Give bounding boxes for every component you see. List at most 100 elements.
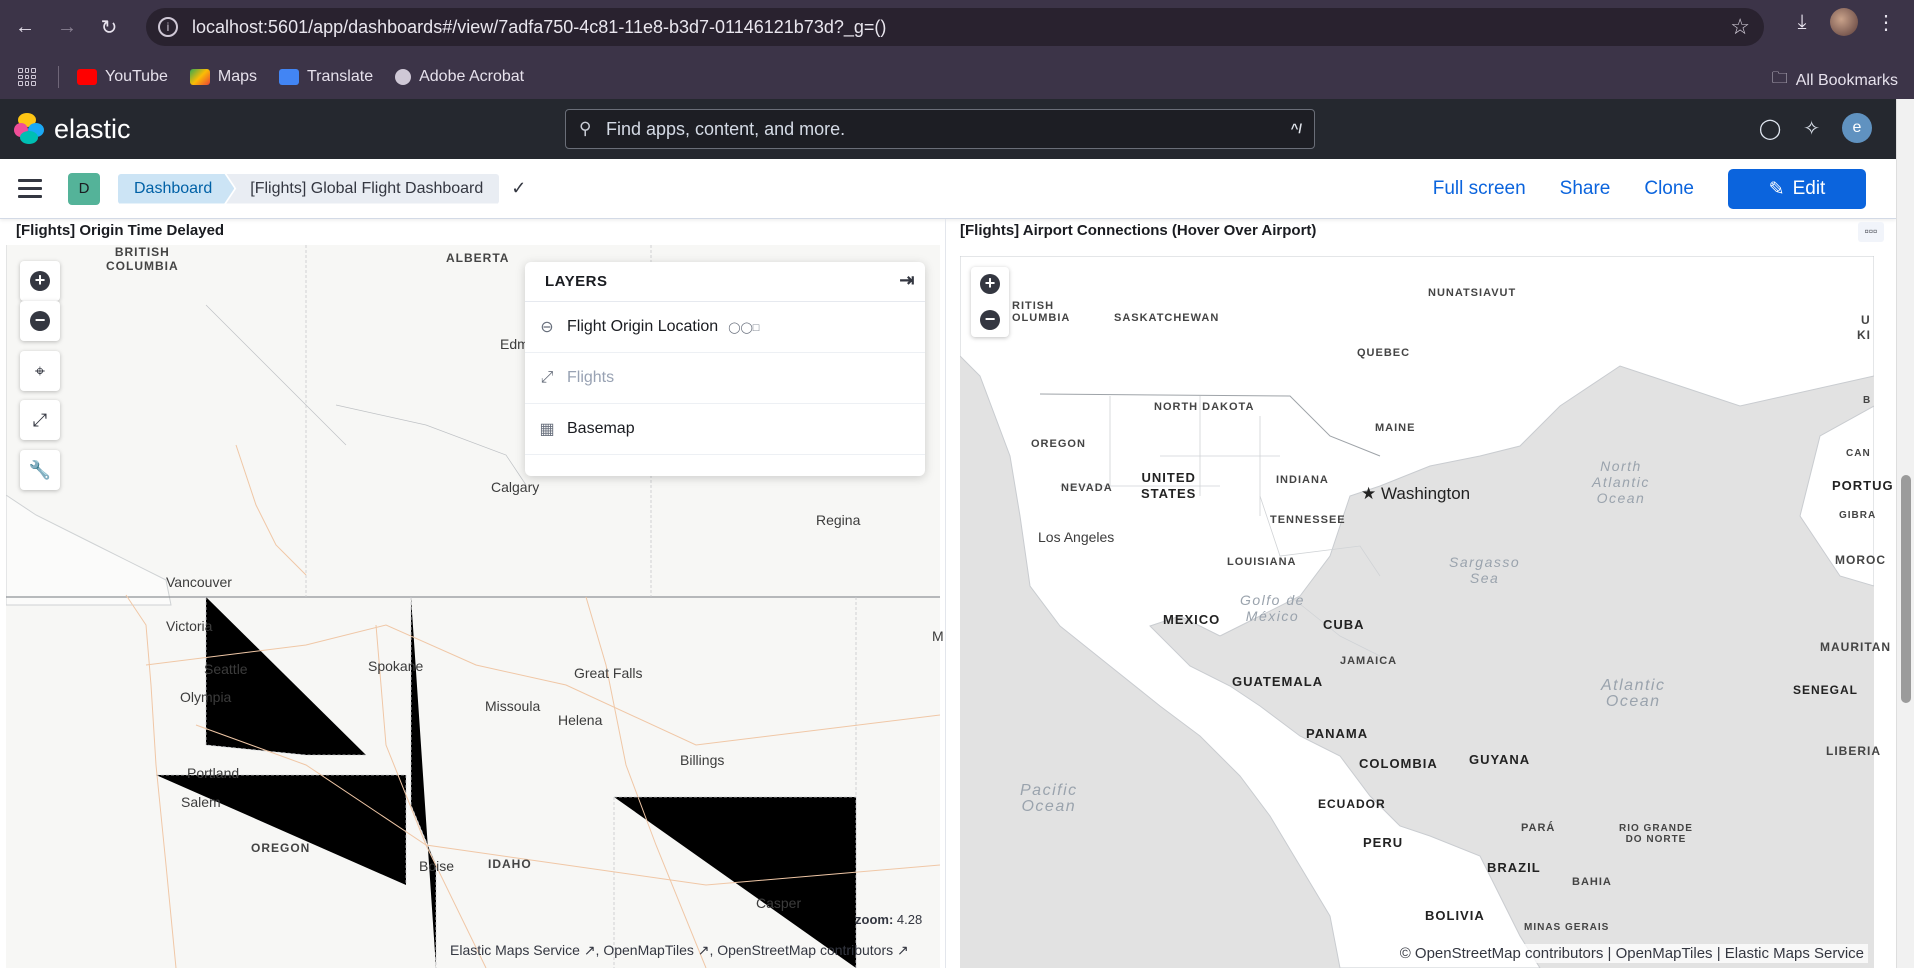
zoom-in-icon[interactable]: + (980, 274, 1000, 294)
folder-icon: 🗀 (1771, 70, 1788, 87)
maps-icon (189, 69, 210, 85)
breadcrumb: Dashboard [Flights] Global Flight Dashbo… (118, 173, 500, 204)
bookmark-star-icon[interactable]: ☆ (1730, 14, 1750, 40)
news-feed-icon[interactable]: ✧ (1803, 116, 1820, 141)
zoom-out-icon[interactable]: − (980, 310, 1000, 330)
map-label-missoula: Missoula (485, 698, 541, 714)
profile-avatar[interactable] (1830, 8, 1858, 36)
globe-icon (395, 69, 412, 85)
map-label-oregon: OREGON (1031, 438, 1086, 450)
panel-options-icon[interactable]: ▫▫▫ (1858, 222, 1884, 242)
map-label-mauritania: MAURITAN (1820, 640, 1892, 654)
bookmark-translate[interactable]: Translate (279, 68, 373, 86)
panel-title-airport-connections: [Flights] Airport Connections (Hover Ove… (960, 222, 1317, 239)
map-label-oregon: OREGON (251, 841, 311, 855)
bookmarks-bar: YouTube Maps Translate Adobe Acrobat 🗀 Al… (0, 55, 1914, 99)
map-label-sargasso-sea: Sargasso Sea (1449, 554, 1521, 586)
layer-label: Basemap (567, 420, 635, 437)
map-label-olympia: Olympia (180, 689, 232, 705)
map-label-united-states: UNITED STATES (1141, 470, 1197, 501)
map-label-para: PARÁ (1521, 822, 1556, 834)
site-info-icon[interactable]: i (158, 17, 178, 37)
kibana-header: elastic ⚲ Find apps, content, and more. … (0, 99, 1896, 159)
collapse-layers-icon[interactable]: ⇥ (899, 270, 915, 291)
map-label-louisiana: LOUISIANA (1227, 556, 1297, 568)
download-icon[interactable]: ⤓ (1788, 11, 1816, 34)
map-label-north-atlantic: North Atlantic Ocean (1592, 458, 1650, 506)
map-label-boise: Boise (419, 858, 455, 874)
menu-toggle-icon[interactable] (18, 179, 42, 198)
edit-label: Edit (1792, 178, 1826, 199)
map-label-quebec: QUEBEC (1357, 347, 1411, 359)
map-label-cuba: CUBA (1323, 617, 1365, 632)
browser-toolbar: ← → ↻ i localhost:5601/app/dashboards#/v… (0, 0, 1914, 55)
bookmark-maps[interactable]: Maps (189, 68, 257, 86)
map-label-gibraltar: GIBRA (1839, 510, 1877, 521)
bookmark-youtube[interactable]: YouTube (77, 68, 168, 86)
address-bar[interactable]: i localhost:5601/app/dashboards#/view/7a… (146, 8, 1764, 46)
elastic-logo[interactable]: elastic (14, 113, 131, 145)
map-label-peru: PERU (1363, 835, 1404, 850)
layer-label: Flights (567, 369, 615, 386)
map-label-rio-grande-do-norte: RIO GRANDE DO NORTE (1619, 823, 1693, 845)
bookmark-adobe-acrobat[interactable]: Adobe Acrobat (395, 68, 524, 86)
search-placeholder: Find apps, content, and more. (606, 118, 846, 139)
zoom-out-button[interactable]: − (20, 301, 60, 341)
layer-flights[interactable]: ⤢ Flights (525, 353, 925, 404)
fit-to-data-button[interactable]: ⤢ (20, 400, 60, 440)
global-search-input[interactable]: ⚲ Find apps, content, and more. ^/ (565, 109, 1315, 149)
map-label-seattle: Seattle (204, 661, 248, 677)
map-label-liberia: LIBERIA (1826, 744, 1881, 758)
reload-icon[interactable]: ↻ (92, 11, 126, 45)
layers-panel: LAYERS ⇥ ⊖ Flight Origin Location ◯◯□ ⤢ F… (525, 262, 925, 476)
map-label-pacific-ocean: Pacific Ocean (1020, 782, 1078, 815)
map-attribution[interactable]: Elastic Maps Service ↗, OpenMapTiles ↗, … (450, 942, 909, 959)
capital-star-icon: ★ (1361, 484, 1377, 503)
map-label-alberta: ALBERTA (446, 251, 510, 265)
plus-icon: + (30, 271, 50, 291)
zoom-in-button[interactable]: + (20, 261, 60, 301)
translate-icon (279, 69, 299, 85)
user-avatar[interactable]: e (1842, 113, 1872, 143)
pencil-icon: ✎ (1768, 178, 1785, 200)
elastic-logo-icon (14, 113, 46, 145)
map-label-ecuador: ECUADOR (1318, 797, 1386, 811)
edit-button[interactable]: ✎ Edit (1728, 169, 1866, 209)
help-icon[interactable]: ◯ (1759, 116, 1781, 141)
clone-button[interactable]: Clone (1644, 178, 1694, 200)
chrome-menu-icon[interactable]: ⋮ (1872, 10, 1900, 35)
page-scrollbar[interactable] (1896, 99, 1914, 968)
apps-icon[interactable] (18, 68, 36, 86)
map-label-calgary: Calgary (491, 479, 540, 495)
map-label-jamaica: JAMAICA (1340, 655, 1398, 667)
full-screen-button[interactable]: Full screen (1433, 178, 1526, 200)
map-label-victoria: Victoria (166, 618, 213, 634)
all-bookmarks[interactable]: 🗀 All Bookmarks (1772, 67, 1898, 94)
airport-connections-map[interactable]: RITISH OLUMBIA SASKATCHEWAN NUNATSIAVUT Q… (960, 256, 1893, 968)
forward-icon[interactable]: → (50, 11, 84, 45)
map-label-regina: Regina (816, 512, 861, 528)
map-label-indiana: INDIANA (1276, 474, 1329, 486)
scrollbar-thumb[interactable] (1901, 475, 1911, 703)
layer-basemap[interactable]: ▦ Basemap (525, 404, 925, 455)
set-view-button[interactable]: ⌖ (20, 351, 60, 391)
youtube-icon (77, 69, 97, 85)
map-label-saskatchewan: SASKATCHEWAN (1114, 312, 1220, 324)
share-button[interactable]: Share (1560, 178, 1611, 200)
map-label-guyana: GUYANA (1469, 752, 1531, 767)
layer-flight-origin-location[interactable]: ⊖ Flight Origin Location ◯◯□ (525, 302, 925, 353)
map-label-m: M (932, 628, 944, 644)
circle-minus-icon: ⊖ (540, 319, 554, 336)
tools-button[interactable]: 🔧 (20, 450, 60, 490)
brand-name: elastic (54, 113, 131, 144)
space-avatar[interactable]: D (68, 172, 100, 205)
crosshair-icon: ⌖ (34, 360, 46, 381)
zoom-label: zoom: (855, 912, 894, 927)
back-icon[interactable]: ← (8, 11, 42, 45)
right-map-attribution[interactable]: © OpenStreetMap contributors | OpenMapTi… (1395, 944, 1868, 963)
minus-icon: − (30, 311, 50, 331)
map-label-senegal: SENEGAL (1793, 683, 1859, 697)
wrench-icon: 🔧 (28, 459, 52, 480)
breadcrumb-dashboard[interactable]: Dashboard (118, 174, 234, 204)
map-label-atlantic-ocean: Atlantic Ocean (1601, 677, 1666, 710)
